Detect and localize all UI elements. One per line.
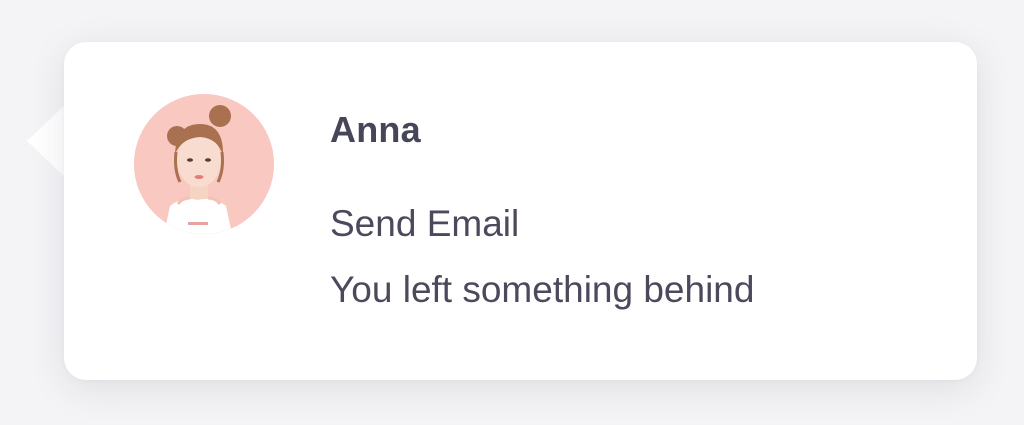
notification-message: You left something behind [330,269,755,310]
speech-bubble-pointer [27,103,67,179]
sender-name: Anna [330,109,421,150]
avatar[interactable] [134,94,274,234]
notification-stage: Anna Send Email You left something behin… [0,0,1024,425]
notification-subject: Send Email [330,203,520,244]
avatar-photo-icon [134,94,274,234]
